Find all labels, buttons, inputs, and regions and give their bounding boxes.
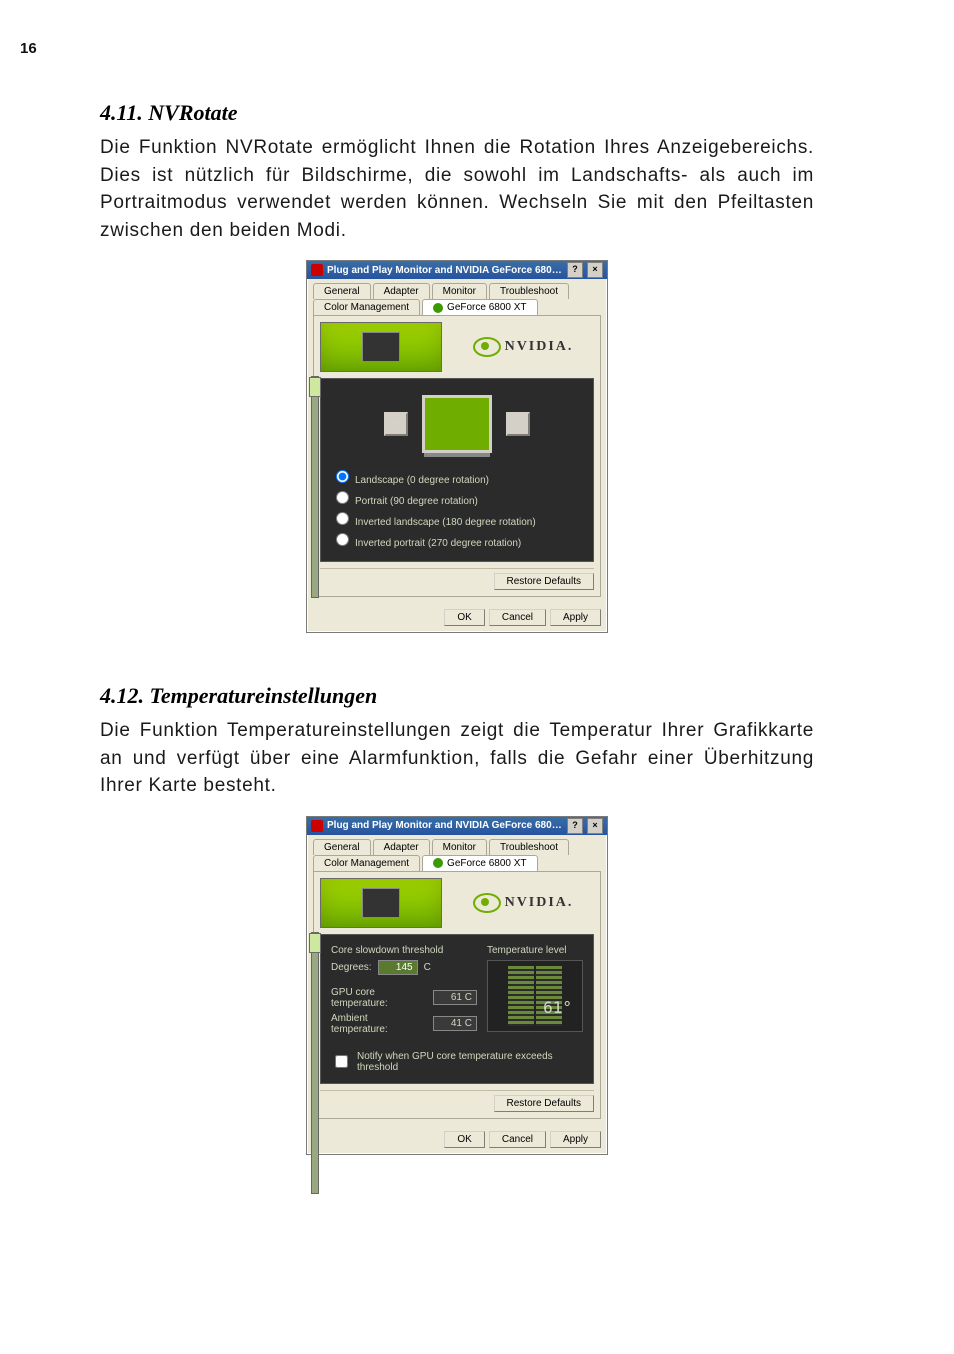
category-slider[interactable] [311,376,319,598]
nvidia-logo: NVIDIA. [452,893,594,913]
radio-portrait-input[interactable] [336,491,349,504]
card-thumbnail-image [320,322,442,372]
ambient-temp-label: Ambient temperature: [331,1013,427,1035]
tab-color-management[interactable]: Color Management [313,855,420,871]
tab-troubleshoot[interactable]: Troubleshoot [489,283,569,299]
heading-temperature: 4.12. Temperatureinstellungen [100,683,814,709]
tab-geforce-label: GeForce 6800 XT [447,858,526,869]
nvidia-logo-text: NVIDIA. [505,895,574,911]
apply-button[interactable]: Apply [550,609,601,626]
cancel-button[interactable]: Cancel [489,1131,546,1148]
tab-monitor[interactable]: Monitor [432,839,487,855]
nvidia-logo: NVIDIA. [452,337,594,357]
temperature-bargraph-icon [536,966,562,1026]
apply-button[interactable]: Apply [550,1131,601,1148]
heading-nvrotate: 4.11. NVRotate [100,100,814,126]
temperature-dialog: Plug and Play Monitor and NVIDIA GeForce… [306,816,608,1155]
tab-general[interactable]: General [313,283,371,299]
radio-inv-portrait[interactable]: Inverted portrait (270 degree rotation) [331,530,583,549]
category-slider[interactable] [311,932,319,1194]
nvrotate-dialog: Plug and Play Monitor and NVIDIA GeForce… [306,260,608,633]
dialog-title-text: Plug and Play Monitor and NVIDIA GeForce… [327,820,563,831]
core-slowdown-threshold-label: Core slowdown threshold [331,945,477,956]
radio-landscape-label: Landscape (0 degree rotation) [355,475,489,486]
dialog-title-text: Plug and Play Monitor and NVIDIA GeForce… [327,265,563,276]
body-nvrotate: Die Funktion NVRotate ermöglicht Ihnen d… [100,134,814,244]
nvidia-logo-text: NVIDIA. [505,339,574,355]
temperature-level-display: 61° [487,960,583,1032]
page-number: 16 [20,40,37,57]
help-button[interactable]: ? [567,818,583,834]
degrees-label: Degrees: [331,962,372,973]
rotation-options: Landscape (0 degree rotation) Portrait (… [331,467,583,549]
gpu-temp-value: 61 C [433,990,477,1005]
nvrotate-dark-area: ↶ ↷ Landscape (0 degree rotation) Portra… [320,378,594,562]
radio-landscape[interactable]: Landscape (0 degree rotation) [331,467,583,486]
nvidia-eye-icon [473,893,501,913]
tab-geforce-6800xt[interactable]: GeForce 6800 XT [422,299,537,315]
cancel-button[interactable]: Cancel [489,609,546,626]
radio-portrait-label: Portrait (90 degree rotation) [355,496,478,507]
degrees-input[interactable]: 145 [378,960,418,975]
dialog-titlebar: Plug and Play Monitor and NVIDIA GeForce… [307,261,607,279]
rotation-preview-monitor-icon [422,395,492,453]
app-icon [311,264,323,276]
degrees-unit: C [424,962,431,973]
temperature-panel: NVIDIA. Core slowdown threshold Degrees:… [313,871,601,1119]
tab-adapter[interactable]: Adapter [373,283,430,299]
nvrotate-panel: NVIDIA. ↶ ↷ Landscape (0 degree rotation… [313,315,601,597]
tab-geforce-label: GeForce 6800 XT [447,302,526,313]
nvidia-eye-icon [473,337,501,357]
radio-inv-landscape-label: Inverted landscape (180 degree rotation) [355,517,536,528]
dialog-titlebar: Plug and Play Monitor and NVIDIA GeForce… [307,817,607,835]
slider-thumb[interactable] [309,933,321,953]
card-thumbnail-image [320,878,442,928]
restore-defaults-button[interactable]: Restore Defaults [494,573,594,590]
nvidia-tab-icon [433,303,443,313]
help-button[interactable]: ? [567,262,583,278]
nvidia-tab-icon [433,858,443,868]
ok-button[interactable]: OK [444,1131,484,1148]
app-icon [311,820,323,832]
tab-monitor[interactable]: Monitor [432,283,487,299]
tab-adapter[interactable]: Adapter [373,839,430,855]
ok-button[interactable]: OK [444,609,484,626]
radio-inv-portrait-input[interactable] [336,533,349,546]
tab-troubleshoot[interactable]: Troubleshoot [489,839,569,855]
radio-portrait[interactable]: Portrait (90 degree rotation) [331,488,583,507]
radio-inv-portrait-label: Inverted portrait (270 degree rotation) [355,538,521,549]
gpu-temp-label: GPU core temperature: [331,987,427,1009]
slider-thumb[interactable] [309,377,321,397]
temperature-dark-area: Core slowdown threshold Degrees: 145 C G… [320,934,594,1084]
tab-geforce-6800xt[interactable]: GeForce 6800 XT [422,855,537,871]
restore-defaults-button[interactable]: Restore Defaults [494,1095,594,1112]
tab-general[interactable]: General [313,839,371,855]
radio-inv-landscape[interactable]: Inverted landscape (180 degree rotation) [331,509,583,528]
notify-threshold-checkbox[interactable] [335,1055,348,1068]
rotate-left-button[interactable]: ↶ [384,412,408,436]
close-button[interactable]: × [587,818,603,834]
radio-landscape-input[interactable] [336,470,349,483]
temperature-bargraph-icon [508,966,534,1026]
temperature-big-value: 61° [543,998,572,1017]
notify-threshold-label: Notify when GPU core temperature exceeds… [357,1051,583,1073]
tab-color-management[interactable]: Color Management [313,299,420,315]
body-temperature: Die Funktion Temperatureinstellungen zei… [100,717,814,800]
temperature-level-label: Temperature level [487,945,583,956]
radio-inv-landscape-input[interactable] [336,512,349,525]
rotate-right-button[interactable]: ↷ [506,412,530,436]
ambient-temp-value: 41 C [433,1016,477,1031]
close-button[interactable]: × [587,262,603,278]
